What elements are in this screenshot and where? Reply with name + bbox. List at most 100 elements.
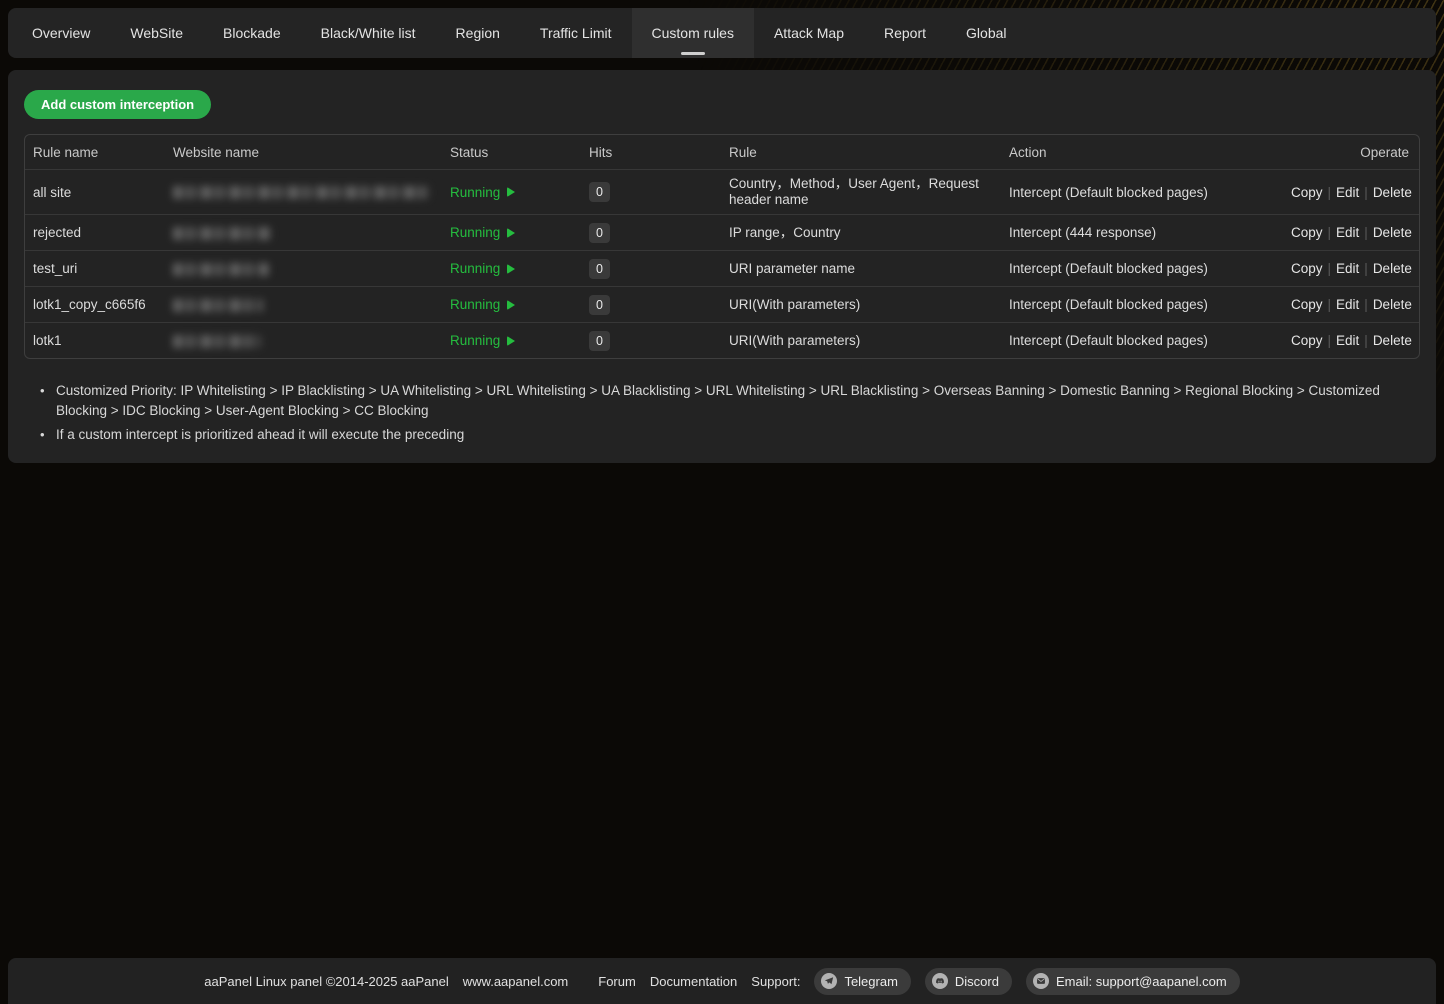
edit-link[interactable]: Edit	[1336, 333, 1359, 348]
operate-separator: |	[1328, 333, 1332, 348]
rule-name-cell: lotk1	[25, 333, 165, 348]
column-header-hits: Hits	[581, 145, 721, 160]
hits-badge: 0	[589, 259, 610, 279]
tab-label: Custom rules	[652, 25, 734, 41]
rule-cell: IP range，Country	[721, 221, 1001, 245]
copy-link[interactable]: Copy	[1291, 185, 1323, 200]
blurred-website-name	[173, 263, 269, 276]
tab-report[interactable]: Report	[864, 8, 946, 58]
forum-link[interactable]: Forum	[598, 974, 636, 989]
add-custom-interception-button[interactable]: Add custom interception	[24, 90, 211, 119]
operate-separator: |	[1328, 261, 1332, 276]
play-icon	[507, 336, 515, 346]
tab-label: Attack Map	[774, 25, 844, 41]
edit-link[interactable]: Edit	[1336, 297, 1359, 312]
tab-label: Overview	[32, 25, 90, 41]
status-label: Running	[450, 225, 500, 240]
status-toggle[interactable]: Running	[450, 333, 515, 348]
rules-table: Rule name Website name Status Hits Rule …	[24, 134, 1420, 359]
action-cell: Intercept (Default blocked pages)	[1001, 261, 1283, 276]
rule-cell: Country，Method，User Agent，Request header…	[721, 172, 1001, 212]
tab-label: Global	[966, 25, 1006, 41]
status-label: Running	[450, 261, 500, 276]
discord-button[interactable]: Discord	[925, 968, 1012, 995]
note-execution: If a custom intercept is prioritized ahe…	[38, 425, 1409, 445]
top-navigation: Overview WebSite Blockade Black/White li…	[8, 8, 1436, 58]
custom-rules-panel: Add custom interception Rule name Websit…	[8, 70, 1436, 463]
tab-custom-rules[interactable]: Custom rules	[632, 8, 754, 58]
tab-black-white-list[interactable]: Black/White list	[301, 8, 436, 58]
status-cell: Running	[442, 333, 581, 348]
telegram-button[interactable]: Telegram	[814, 968, 910, 995]
waf-custom-rules-page: Overview WebSite Blockade Black/White li…	[0, 0, 1444, 1004]
status-cell: Running	[442, 185, 581, 200]
status-cell: Running	[442, 225, 581, 240]
table-header-row: Rule name Website name Status Hits Rule …	[25, 135, 1419, 169]
delete-link[interactable]: Delete	[1373, 333, 1412, 348]
note-priority: Customized Priority: IP Whitelisting > I…	[38, 381, 1409, 421]
active-tab-indicator	[681, 52, 705, 55]
tab-blockade[interactable]: Blockade	[203, 8, 301, 58]
copy-link[interactable]: Copy	[1291, 225, 1323, 240]
tab-attack-map[interactable]: Attack Map	[754, 8, 864, 58]
website-name-cell	[165, 225, 442, 240]
play-icon	[507, 228, 515, 238]
operate-separator: |	[1328, 297, 1332, 312]
email-button[interactable]: Email: support@aapanel.com	[1026, 968, 1240, 995]
operate-cell: Copy | Edit | Delete	[1283, 261, 1420, 276]
column-header-operate: Operate	[1283, 145, 1419, 160]
status-toggle[interactable]: Running	[450, 261, 515, 276]
operate-separator: |	[1328, 185, 1332, 200]
action-cell: Intercept (Default blocked pages)	[1001, 333, 1283, 348]
operate-cell: Copy|Edit|Delete	[1283, 333, 1420, 348]
play-icon	[507, 300, 515, 310]
documentation-link[interactable]: Documentation	[650, 974, 737, 989]
tab-region[interactable]: Region	[436, 8, 520, 58]
tab-global[interactable]: Global	[946, 8, 1026, 58]
website-link[interactable]: www.aapanel.com	[463, 974, 569, 989]
discord-icon	[932, 973, 948, 989]
column-header-action: Action	[1001, 145, 1283, 160]
rule-name-cell: test_uri	[25, 261, 165, 276]
copy-link[interactable]: Copy	[1291, 333, 1323, 348]
rule-cell: URI parameter name	[721, 257, 1001, 281]
operate-cell: Copy|Edit|Delete	[1283, 297, 1420, 312]
tab-website[interactable]: WebSite	[110, 8, 203, 58]
rule-name-cell: lotk1_copy_c665f6	[25, 297, 165, 312]
hits-badge: 0	[589, 182, 610, 202]
delete-link[interactable]: Delete	[1373, 297, 1412, 312]
email-icon	[1033, 973, 1049, 989]
status-toggle[interactable]: Running	[450, 225, 515, 240]
operate-separator: |	[1364, 185, 1368, 200]
operate-separator: |	[1364, 261, 1368, 276]
operate-cell: Copy | Edit | Delete	[1283, 185, 1420, 200]
column-header-status: Status	[442, 145, 581, 160]
delete-link[interactable]: Delete	[1373, 225, 1412, 240]
tab-traffic-limit[interactable]: Traffic Limit	[520, 8, 632, 58]
delete-link[interactable]: Delete	[1373, 261, 1412, 276]
column-header-website-name: Website name	[165, 145, 442, 160]
status-cell: Running	[442, 261, 581, 276]
edit-link[interactable]: Edit	[1336, 261, 1359, 276]
website-name-cell	[165, 333, 442, 348]
status-toggle[interactable]: Running	[450, 297, 515, 312]
table-row: all site Running 0 Country，Method，User A…	[25, 169, 1419, 214]
rule-cell: URI(With parameters)	[721, 293, 1001, 317]
play-icon	[507, 187, 515, 197]
hits-cell: 0	[581, 259, 721, 279]
copy-link[interactable]: Copy	[1291, 261, 1323, 276]
tab-label: Region	[456, 25, 500, 41]
status-toggle[interactable]: Running	[450, 185, 515, 200]
edit-link[interactable]: Edit	[1336, 185, 1359, 200]
edit-link[interactable]: Edit	[1336, 225, 1359, 240]
copyright-text: aaPanel Linux panel ©2014-2025 aaPanel	[204, 974, 449, 989]
delete-link[interactable]: Delete	[1373, 185, 1412, 200]
notes-list: Customized Priority: IP Whitelisting > I…	[24, 381, 1409, 445]
status-label: Running	[450, 333, 500, 348]
tab-label: Black/White list	[321, 25, 416, 41]
copy-link[interactable]: Copy	[1291, 297, 1323, 312]
support-label: Support:	[751, 974, 800, 989]
hits-cell: 0	[581, 295, 721, 315]
tab-overview[interactable]: Overview	[12, 8, 110, 58]
operate-separator: |	[1364, 225, 1368, 240]
